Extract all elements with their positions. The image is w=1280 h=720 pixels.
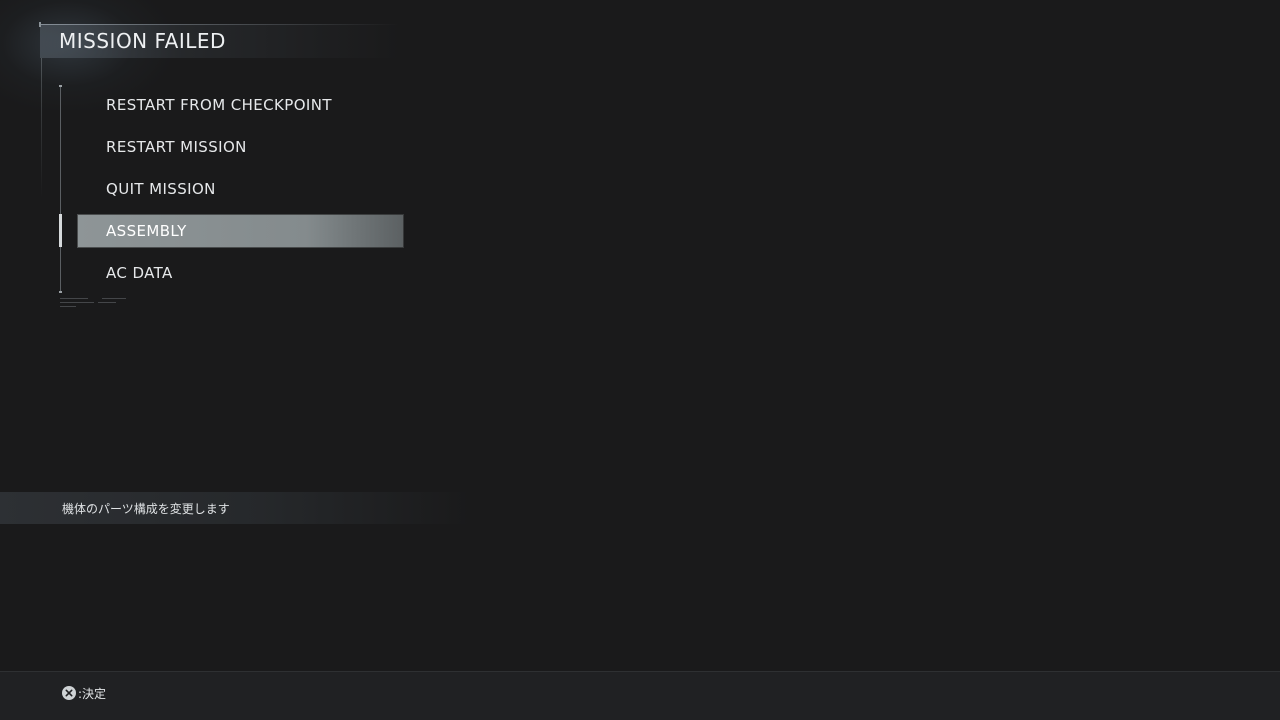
mission-failed-screen: MISSION FAILED RESTART FROM CHECKPOINT R… [0,0,1280,720]
menu-item-label: ASSEMBLY [106,222,187,240]
menu-item-label: RESTART FROM CHECKPOINT [106,96,332,114]
menu-item-label: QUIT MISSION [106,180,216,198]
menu-rail-top-cap [59,85,62,87]
page-title: MISSION FAILED [59,29,226,53]
menu-item-assembly[interactable]: ASSEMBLY [77,214,404,248]
decorative-microtext [60,297,130,309]
menu-rail [60,86,61,292]
menu-item-quit-mission[interactable]: QUIT MISSION [77,172,404,206]
menu-item-restart-from-checkpoint[interactable]: RESTART FROM CHECKPOINT [77,88,404,122]
cross-button-icon [62,686,76,700]
header-corner-tick [39,22,41,27]
menu-item-ac-data[interactable]: AC DATA [77,256,404,290]
header-top-rule [40,24,400,25]
menu-item-label: AC DATA [106,264,173,282]
confirm-label: :決定 [78,686,107,701]
header-side-line [41,58,42,198]
confirm-hint: :決定 [62,685,106,701]
menu-item-label: RESTART MISSION [106,138,247,156]
description-text: 機体のパーツ構成を変更します [62,502,230,516]
menu-rail-bottom-cap [59,291,62,293]
menu-selection-marker [59,214,62,247]
footer-bar [0,671,1280,720]
menu-item-restart-mission[interactable]: RESTART MISSION [77,130,404,164]
